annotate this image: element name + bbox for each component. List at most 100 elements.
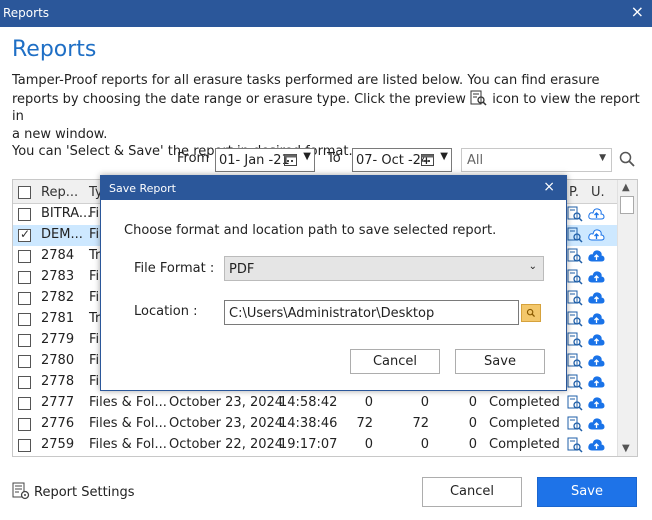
preview-icon[interactable] <box>567 395 583 411</box>
row-checkbox[interactable] <box>18 313 31 326</box>
column-header-report[interactable]: Rep... <box>41 185 78 200</box>
scrollbar-thumb[interactable] <box>620 196 634 214</box>
row-checkbox[interactable] <box>18 355 31 368</box>
from-label: From <box>177 151 210 166</box>
save-button[interactable]: Save <box>537 477 637 507</box>
dialog-close-icon[interactable]: × <box>543 179 555 195</box>
row-checkbox[interactable] <box>18 397 31 410</box>
cloud-upload-icon[interactable] <box>588 248 605 264</box>
table-row[interactable]: 2759 Files & Fol... October 22, 2024 19:17:… <box>13 435 625 456</box>
report-type: Files & Fol... <box>89 416 167 431</box>
report-status: Completed <box>489 395 560 410</box>
report-status: Completed <box>489 437 560 452</box>
close-icon[interactable]: × <box>631 2 644 21</box>
cloud-upload-icon[interactable] <box>588 332 605 348</box>
preview-icon[interactable] <box>567 290 583 306</box>
dialog-save-button[interactable]: Save <box>455 349 545 374</box>
dialog-cancel-button[interactable]: Cancel <box>350 349 440 374</box>
location-value: C:\Users\Administrator\Desktop <box>229 306 435 321</box>
row-checkbox[interactable] <box>18 227 31 242</box>
preview-icon[interactable] <box>567 374 583 390</box>
report-id: 2776 <box>41 416 75 431</box>
from-date-picker[interactable]: 01- Jan -21 ▼ <box>215 148 315 172</box>
chevron-down-icon: ⌄ <box>528 261 537 272</box>
dialog-title: Save Report <box>109 182 176 195</box>
cloud-upload-icon[interactable] <box>588 395 605 411</box>
preview-icon[interactable] <box>567 311 583 327</box>
row-checkbox[interactable] <box>18 376 31 389</box>
column-header-upload[interactable]: U. <box>591 185 605 200</box>
location-label: Location : <box>134 304 198 319</box>
report-status: Completed <box>489 416 560 431</box>
preview-icon[interactable] <box>567 437 583 453</box>
report-id: 2784 <box>41 248 75 263</box>
scroll-down-icon[interactable]: ▼ <box>622 443 630 454</box>
cloud-upload-icon[interactable] <box>588 227 605 243</box>
erasure-type-select[interactable]: All ▼ <box>461 148 612 172</box>
report-settings-link[interactable]: Report Settings <box>12 482 135 500</box>
row-checkbox[interactable] <box>18 334 31 347</box>
count-b: 0 <box>420 395 429 410</box>
cloud-upload-icon[interactable] <box>588 290 605 306</box>
cloud-upload-icon[interactable] <box>588 206 605 222</box>
calendar-icon[interactable] <box>421 153 434 166</box>
report-time: 14:38:46 <box>279 416 338 431</box>
report-date: October 23, 2024 <box>169 395 284 410</box>
row-checkbox[interactable] <box>18 250 31 263</box>
search-icon[interactable] <box>619 151 635 167</box>
report-id: 2777 <box>41 395 75 410</box>
report-time: 19:17:07 <box>279 437 338 452</box>
report-settings-label: Report Settings <box>34 485 135 500</box>
row-checkbox[interactable] <box>18 439 31 452</box>
chevron-down-icon[interactable]: ▼ <box>303 151 311 162</box>
report-id: 2759 <box>41 437 75 452</box>
cloud-upload-icon[interactable] <box>588 416 605 432</box>
cloud-upload-icon[interactable] <box>588 374 605 390</box>
description-line-2a: reports by choosing the date range or er… <box>12 91 466 107</box>
file-format-select[interactable]: PDF ⌄ <box>224 256 544 281</box>
count-a: 0 <box>364 395 373 410</box>
count-c: 0 <box>468 437 477 452</box>
scroll-up-icon[interactable]: ▲ <box>622 182 630 193</box>
preview-icon <box>470 90 487 106</box>
preview-icon[interactable] <box>567 353 583 369</box>
page-title: Reports <box>12 37 97 62</box>
select-all-checkbox[interactable] <box>18 186 31 199</box>
report-id: 2778 <box>41 374 75 389</box>
row-checkbox[interactable] <box>18 271 31 284</box>
row-checkbox[interactable] <box>18 292 31 305</box>
vertical-scrollbar[interactable]: ▲ ▼ <box>617 180 637 456</box>
chevron-down-icon[interactable]: ▼ <box>440 151 448 162</box>
preview-icon[interactable] <box>567 416 583 432</box>
from-date-value: 01- Jan -21 <box>219 153 290 168</box>
preview-icon[interactable] <box>567 206 583 222</box>
column-header-preview[interactable]: P. <box>569 185 579 200</box>
report-date: October 23, 2024 <box>169 416 284 431</box>
count-c: 0 <box>468 416 477 431</box>
to-date-value: 07- Oct -24 <box>356 153 430 168</box>
window-titlebar: Reports × <box>0 0 652 27</box>
file-format-label: File Format : <box>134 261 215 276</box>
to-date-picker[interactable]: 07- Oct -24 ▼ <box>352 148 452 172</box>
cloud-upload-icon[interactable] <box>588 269 605 285</box>
cloud-upload-icon[interactable] <box>588 353 605 369</box>
row-checkbox[interactable] <box>18 418 31 431</box>
preview-icon[interactable] <box>567 332 583 348</box>
row-checkbox[interactable] <box>18 208 31 221</box>
save-report-dialog: Save Report × Choose format and location… <box>100 175 567 391</box>
cloud-upload-icon[interactable] <box>588 311 605 327</box>
preview-icon[interactable] <box>567 227 583 243</box>
location-input[interactable]: C:\Users\Administrator\Desktop <box>224 300 519 325</box>
report-date: October 22, 2024 <box>169 437 284 452</box>
browse-folder-icon[interactable] <box>521 304 541 322</box>
description-line-2: reports by choosing the date range or er… <box>12 90 642 126</box>
preview-icon[interactable] <box>567 269 583 285</box>
report-type: Files & Fol... <box>89 437 167 452</box>
preview-icon[interactable] <box>567 248 583 264</box>
cancel-button[interactable]: Cancel <box>422 477 522 507</box>
table-row[interactable]: 2776 Files & Fol... October 23, 2024 14:38:… <box>13 414 625 435</box>
table-row[interactable]: 2777 Files & Fol... October 23, 2024 14:58:… <box>13 393 625 414</box>
cloud-upload-icon[interactable] <box>588 437 605 453</box>
calendar-icon[interactable] <box>284 153 297 166</box>
count-b: 72 <box>412 416 429 431</box>
